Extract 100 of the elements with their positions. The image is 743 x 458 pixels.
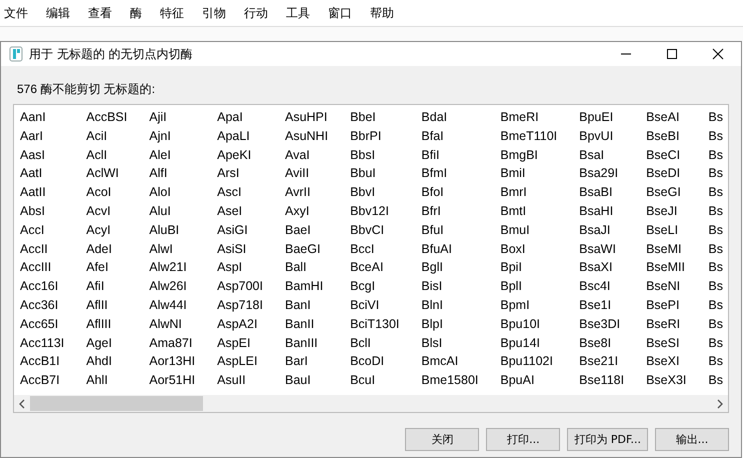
enzyme-name[interactable]: BseJI xyxy=(646,202,686,221)
enzyme-name[interactable]: BmrI xyxy=(500,183,558,202)
enzyme-name[interactable]: BsaWI xyxy=(579,240,624,258)
enzyme-name[interactable]: Alw26I xyxy=(149,277,196,296)
enzyme-name[interactable]: BbrPI xyxy=(350,126,400,146)
enzyme-name[interactable]: Bme1580I xyxy=(421,371,478,390)
enzyme-name[interactable]: AluBI xyxy=(149,220,196,240)
enzyme-name[interactable]: BbvCI xyxy=(350,220,400,240)
enzyme-name[interactable]: AlfI xyxy=(149,164,196,184)
enzyme-name[interactable]: AciI xyxy=(86,126,128,146)
enzyme-name[interactable]: Bse8I xyxy=(579,334,624,352)
enzyme-name[interactable]: AvaI xyxy=(284,146,328,164)
enzyme-name[interactable]: BsaI xyxy=(579,146,624,164)
enzyme-name[interactable]: AsiGI xyxy=(217,220,263,240)
enzyme-name[interactable]: AflII xyxy=(86,296,128,315)
enzyme-name[interactable]: Acc113I xyxy=(20,334,64,352)
enzyme-name[interactable]: Bpu10I xyxy=(500,314,558,334)
enzyme-name[interactable]: AflIII xyxy=(86,314,128,334)
enzyme-name[interactable]: Bs xyxy=(708,258,723,278)
enzyme-name[interactable]: Bse21I xyxy=(579,352,624,372)
enzyme-name[interactable]: Bse118I xyxy=(579,371,624,390)
enzyme-name[interactable]: BoxI xyxy=(500,240,558,258)
enzyme-name[interactable]: BpvUI xyxy=(579,126,624,146)
enzyme-name[interactable]: AcoI xyxy=(86,183,128,202)
menu-item[interactable]: 窗口 xyxy=(328,4,352,22)
enzyme-name[interactable]: BseRI xyxy=(646,314,686,334)
enzyme-name[interactable]: AfeI xyxy=(86,258,128,278)
enzyme-name[interactable]: BdaI xyxy=(421,108,478,127)
enzyme-name[interactable]: AsuII xyxy=(217,371,263,390)
enzyme-name[interactable]: Acc65I xyxy=(20,314,64,334)
enzyme-name[interactable]: BglI xyxy=(421,258,478,278)
enzyme-name[interactable]: BseBI xyxy=(646,126,686,146)
enzyme-name[interactable]: Aor51HI xyxy=(149,371,196,390)
enzyme-name[interactable]: Alw44I xyxy=(149,296,196,315)
enzyme-name[interactable]: BfrI xyxy=(421,202,478,221)
enzyme-name[interactable]: BfiI xyxy=(421,146,478,164)
enzyme-name[interactable]: Bsc4I xyxy=(579,277,624,296)
enzyme-name[interactable]: Bs xyxy=(708,371,723,390)
enzyme-name[interactable]: BauI xyxy=(284,371,328,390)
enzyme-name[interactable]: ArsI xyxy=(217,164,263,184)
enzyme-name[interactable]: BccI xyxy=(350,240,400,258)
enzyme-name[interactable]: AdeI xyxy=(86,240,128,258)
enzyme-name[interactable]: AjiI xyxy=(149,108,196,127)
enzyme-name[interactable]: BmeRI xyxy=(500,108,558,127)
enzyme-name[interactable]: BaeGI xyxy=(284,240,328,258)
enzyme-name[interactable]: AxyI xyxy=(284,202,328,221)
enzyme-name[interactable]: BseNI xyxy=(646,277,686,296)
enzyme-name[interactable]: BanIII xyxy=(284,334,328,352)
enzyme-name[interactable]: AseI xyxy=(217,202,263,221)
enzyme-name[interactable]: AclI xyxy=(86,146,128,164)
enzyme-name[interactable]: BamHI xyxy=(284,277,328,296)
enzyme-name[interactable]: BmcAI xyxy=(421,352,478,372)
enzyme-name[interactable]: BmtI xyxy=(500,202,558,221)
horizontal-scrollbar[interactable] xyxy=(14,395,728,412)
enzyme-name[interactable]: BseAI xyxy=(646,108,686,127)
enzyme-name[interactable]: BisI xyxy=(421,277,478,296)
enzyme-name[interactable]: BbsI xyxy=(350,146,400,164)
enzyme-name[interactable]: AspEI xyxy=(217,334,263,352)
enzyme-name[interactable]: Bs xyxy=(708,296,723,315)
enzyme-name[interactable]: AasI xyxy=(20,146,64,164)
enzyme-name[interactable]: Bs xyxy=(708,126,723,146)
enzyme-name[interactable]: Asp718I xyxy=(217,296,263,315)
enzyme-name[interactable]: Acc16I xyxy=(20,277,64,296)
enzyme-name[interactable]: AgeI xyxy=(86,334,128,352)
enzyme-name[interactable]: Bse3DI xyxy=(579,314,624,334)
enzyme-name[interactable]: Aor13HI xyxy=(149,352,196,372)
menu-item[interactable]: 文件 xyxy=(4,4,28,22)
enzyme-name[interactable]: Ama87I xyxy=(149,334,196,352)
enzyme-name[interactable]: BalI xyxy=(284,258,328,278)
enzyme-name[interactable]: AarI xyxy=(20,126,64,146)
enzyme-name[interactable]: BmgBI xyxy=(500,146,558,164)
enzyme-name[interactable]: AclWI xyxy=(86,164,128,184)
enzyme-name[interactable]: BpmI xyxy=(500,296,558,315)
enzyme-name[interactable]: BbuI xyxy=(350,164,400,184)
enzyme-name[interactable]: AccB7I xyxy=(20,371,64,390)
enzyme-name[interactable]: BclI xyxy=(350,334,400,352)
enzyme-name[interactable]: BciVI xyxy=(350,296,400,315)
enzyme-name[interactable]: Bs xyxy=(708,183,723,202)
enzyme-name[interactable]: Bs xyxy=(708,164,723,184)
dialog-button[interactable]: 关闭 xyxy=(405,428,480,451)
enzyme-name[interactable]: BmeT110I xyxy=(500,126,558,146)
menu-item[interactable]: 工具 xyxy=(286,4,310,22)
enzyme-name[interactable]: BseMI xyxy=(646,240,686,258)
enzyme-name[interactable]: BbvI xyxy=(350,183,400,202)
enzyme-name[interactable]: AanI xyxy=(20,108,64,127)
enzyme-name[interactable]: ApaLI xyxy=(217,126,263,146)
enzyme-name[interactable]: BseDI xyxy=(646,164,686,184)
enzyme-name[interactable]: AjnI xyxy=(149,126,196,146)
enzyme-name[interactable]: AbsI xyxy=(20,202,64,221)
enzyme-name[interactable]: BpuEI xyxy=(579,108,624,127)
enzyme-name[interactable]: AccBSI xyxy=(86,108,128,127)
enzyme-name[interactable]: Bse1I xyxy=(579,296,624,315)
enzyme-name[interactable]: ApaI xyxy=(217,108,263,127)
enzyme-name[interactable]: BcgI xyxy=(350,277,400,296)
enzyme-name[interactable]: AatI xyxy=(20,164,64,184)
enzyme-name[interactable]: AsiSI xyxy=(217,240,263,258)
enzyme-name[interactable]: AcvI xyxy=(86,202,128,221)
enzyme-name[interactable]: AspI xyxy=(217,258,263,278)
enzyme-name[interactable]: Bs xyxy=(708,220,723,240)
enzyme-name[interactable]: BaeI xyxy=(284,220,328,240)
